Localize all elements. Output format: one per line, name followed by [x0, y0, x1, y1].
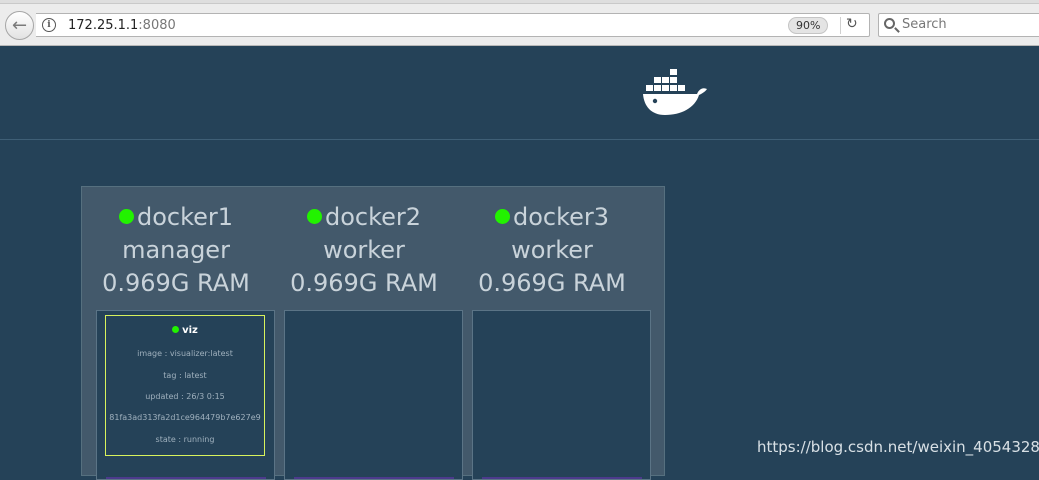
node-header: docker2 worker 0.969G RAM	[270, 201, 458, 300]
node-body	[284, 310, 463, 480]
node-ram: 0.969G RAM	[478, 269, 626, 297]
node-role: worker	[323, 236, 405, 264]
search-placeholder: Search	[902, 17, 947, 32]
node-ram: 0.969G RAM	[102, 269, 250, 297]
node-card: docker1 manager 0.969G RAM viz image : v…	[82, 187, 275, 480]
task-name-text: viz	[182, 325, 198, 336]
tab-strip-edge	[0, 0, 1039, 4]
watermark: https://blog.csdn.net/weixin_40543283	[757, 438, 1039, 456]
node-body	[472, 310, 651, 480]
node-name: docker1	[136, 203, 234, 231]
url-port: :8080	[138, 18, 176, 33]
task-updated: updated : 26/3 0:15	[145, 392, 225, 401]
node-body: viz image : visualizer:latest tag : late…	[96, 310, 275, 480]
task-divider	[294, 477, 454, 479]
task-state: state : running	[155, 435, 215, 444]
status-dot	[118, 209, 134, 224]
zoom-indicator[interactable]: 90%	[788, 17, 829, 34]
info-icon[interactable]: i	[42, 18, 56, 32]
node-header: docker3 worker 0.969G RAM	[458, 201, 646, 300]
search-bar[interactable]: Search	[878, 13, 1039, 37]
search-icon	[884, 18, 895, 29]
swarm-board: docker1 manager 0.969G RAM viz image : v…	[81, 186, 665, 480]
url-bar[interactable]: i 172.25.1.1:8080 90% ↻	[36, 13, 870, 37]
reload-icon[interactable]: ↻	[846, 16, 858, 32]
node-card: docker3 worker 0.969G RAM	[458, 187, 651, 480]
back-arrow-icon: ←	[11, 15, 28, 36]
task-tag: tag : latest	[163, 371, 207, 380]
url-divider	[840, 17, 841, 34]
status-dot	[306, 209, 322, 224]
app-header	[0, 46, 1039, 140]
node-header: docker1 manager 0.969G RAM	[82, 201, 270, 300]
url-text[interactable]: 172.25.1.1:8080	[68, 18, 176, 33]
browser-toolbar: ← i 172.25.1.1:8080 90% ↻ Search	[0, 0, 1039, 46]
task-card[interactable]: viz image : visualizer:latest tag : late…	[105, 315, 265, 456]
task-name: viz	[106, 325, 264, 336]
docker-whale-logo	[643, 69, 707, 115]
node-name: docker2	[324, 203, 422, 231]
back-button[interactable]: ←	[5, 11, 34, 40]
node-card: docker2 worker 0.969G RAM	[270, 187, 463, 480]
url-host: 172.25.1.1	[68, 18, 139, 33]
task-id: 81fa3ad313fa2d1ce964479b7e627e9	[109, 413, 261, 422]
node-name: docker3	[512, 203, 610, 231]
task-divider	[482, 477, 642, 479]
node-role: worker	[511, 236, 593, 264]
task-divider	[106, 477, 266, 479]
status-dot	[494, 209, 510, 224]
task-image: image : visualizer:latest	[137, 349, 233, 358]
node-ram: 0.969G RAM	[290, 269, 438, 297]
node-role: manager	[122, 236, 230, 264]
status-dot	[172, 326, 180, 333]
